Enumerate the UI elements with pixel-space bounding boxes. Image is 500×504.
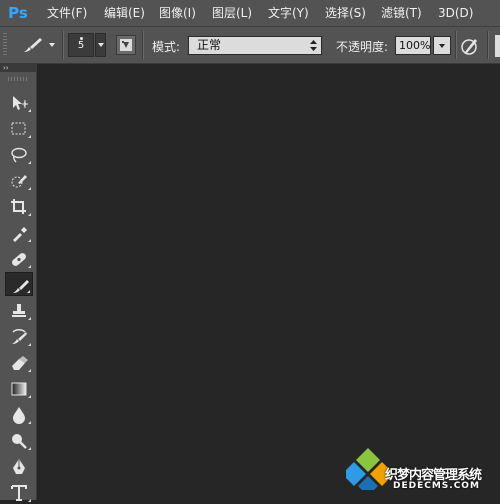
flyout-indicator-icon — [28, 239, 31, 242]
eraser-tool[interactable] — [5, 350, 33, 374]
brush-icon — [24, 38, 42, 52]
clone-stamp-tool[interactable] — [5, 298, 33, 322]
menu-bar: Ps 文件(F) 编辑(E) 图像(I) 图层(L) 文字(Y) 选择(S) 滤… — [0, 0, 500, 26]
lasso-icon — [11, 147, 27, 163]
brush-size-dropdown[interactable] — [95, 33, 106, 57]
eyedropper-tool[interactable] — [5, 220, 33, 244]
menu-type[interactable]: 文字(Y) — [268, 5, 309, 21]
pressure-pen-icon — [461, 39, 477, 55]
history-brush-tool[interactable] — [5, 324, 33, 348]
updown-arrows-icon — [310, 40, 317, 51]
menu-3d[interactable]: 3D(D) — [438, 5, 473, 21]
options-bar: 5 模式: 正常 不透明度: 100% — [0, 26, 500, 64]
airbrush-button[interactable] — [495, 35, 500, 57]
bandage-icon — [12, 253, 26, 266]
move-tool[interactable] — [5, 90, 33, 114]
crop-tool[interactable] — [5, 194, 33, 218]
menu-select[interactable]: 选择(S) — [325, 5, 366, 21]
opacity-pressure-button[interactable] — [459, 35, 481, 57]
opacity-field[interactable]: 100% — [395, 36, 431, 55]
flyout-indicator-icon — [28, 187, 31, 190]
blur-tool[interactable] — [5, 402, 33, 426]
flyout-indicator-icon — [28, 395, 31, 398]
flyout-indicator-icon — [28, 421, 31, 424]
spot-healing-brush-tool[interactable] — [5, 246, 33, 270]
tool-preset-picker[interactable] — [18, 34, 60, 56]
flyout-indicator-icon — [28, 369, 31, 372]
mode-label: 模式: — [152, 40, 181, 54]
dedecms-logo-icon — [346, 448, 390, 490]
chevron-down-icon — [49, 43, 55, 47]
blend-mode-value: 正常 — [197, 38, 222, 52]
divider — [487, 31, 488, 59]
menu-file[interactable]: 文件(F) — [47, 5, 87, 21]
marquee-icon — [11, 122, 26, 135]
photoshop-logo: Ps — [8, 4, 28, 22]
canvas-area[interactable] — [37, 64, 500, 500]
eraser-icon — [12, 356, 28, 370]
gradient-tool[interactable] — [5, 376, 33, 400]
flyout-indicator-icon — [28, 343, 31, 346]
toolbox-grip[interactable] — [8, 77, 28, 81]
flyout-indicator-icon — [28, 499, 31, 502]
menu-layer[interactable]: 图层(L) — [212, 5, 252, 21]
menu-image[interactable]: 图像(I) — [159, 5, 196, 21]
pen-icon — [13, 459, 25, 474]
watermark: 织梦内容管理系统 DEDECMS.COM — [340, 440, 500, 500]
drop-icon — [13, 407, 25, 424]
type-tool[interactable] — [5, 480, 33, 504]
divider — [62, 31, 63, 59]
move-icon — [13, 96, 28, 110]
opacity-slider-button[interactable] — [433, 36, 451, 55]
flyout-indicator-icon — [28, 161, 31, 164]
brush-size-value: 5 — [77, 40, 85, 51]
pen-tool[interactable] — [5, 454, 33, 478]
blend-mode-select[interactable]: 正常 — [188, 36, 322, 55]
crop-icon — [11, 199, 26, 214]
brush-size-picker[interactable]: 5 — [68, 33, 94, 57]
divider — [142, 31, 143, 59]
options-bar-grip[interactable] — [3, 33, 7, 57]
flyout-indicator-icon — [28, 109, 31, 112]
flyout-indicator-icon — [28, 213, 31, 216]
stamp-icon — [12, 304, 26, 317]
eyedropper-icon — [13, 227, 27, 242]
brush-panel-toggle[interactable] — [116, 35, 136, 55]
flyout-indicator-icon — [28, 135, 31, 138]
flyout-indicator-icon — [28, 317, 31, 320]
flyout-indicator-icon — [27, 290, 30, 293]
flyout-indicator-icon — [28, 447, 31, 450]
dodge-tool[interactable] — [5, 428, 33, 452]
history-brush-icon — [12, 329, 27, 344]
chevron-down-icon — [98, 43, 104, 47]
type-icon — [11, 485, 27, 501]
chevron-down-icon — [439, 44, 445, 48]
flyout-indicator-icon — [28, 265, 31, 268]
brush-panel-icon — [120, 39, 132, 51]
quick-selection-tool[interactable] — [5, 168, 33, 192]
brush-tool[interactable] — [5, 272, 33, 296]
dodge-icon — [12, 434, 27, 449]
quick-selection-icon — [11, 175, 27, 188]
rectangular-marquee-tool[interactable] — [5, 116, 33, 140]
tools-panel: ›› — [0, 64, 37, 502]
gradient-icon — [11, 382, 27, 396]
watermark-url: DEDECMS.COM — [393, 481, 480, 491]
menu-filter[interactable]: 滤镜(T) — [381, 5, 422, 21]
lasso-tool[interactable] — [5, 142, 33, 166]
opacity-label: 不透明度: — [336, 40, 389, 54]
toolbox-collapse[interactable]: ›› — [0, 64, 36, 72]
divider — [455, 31, 456, 59]
menu-edit[interactable]: 编辑(E) — [104, 5, 145, 21]
